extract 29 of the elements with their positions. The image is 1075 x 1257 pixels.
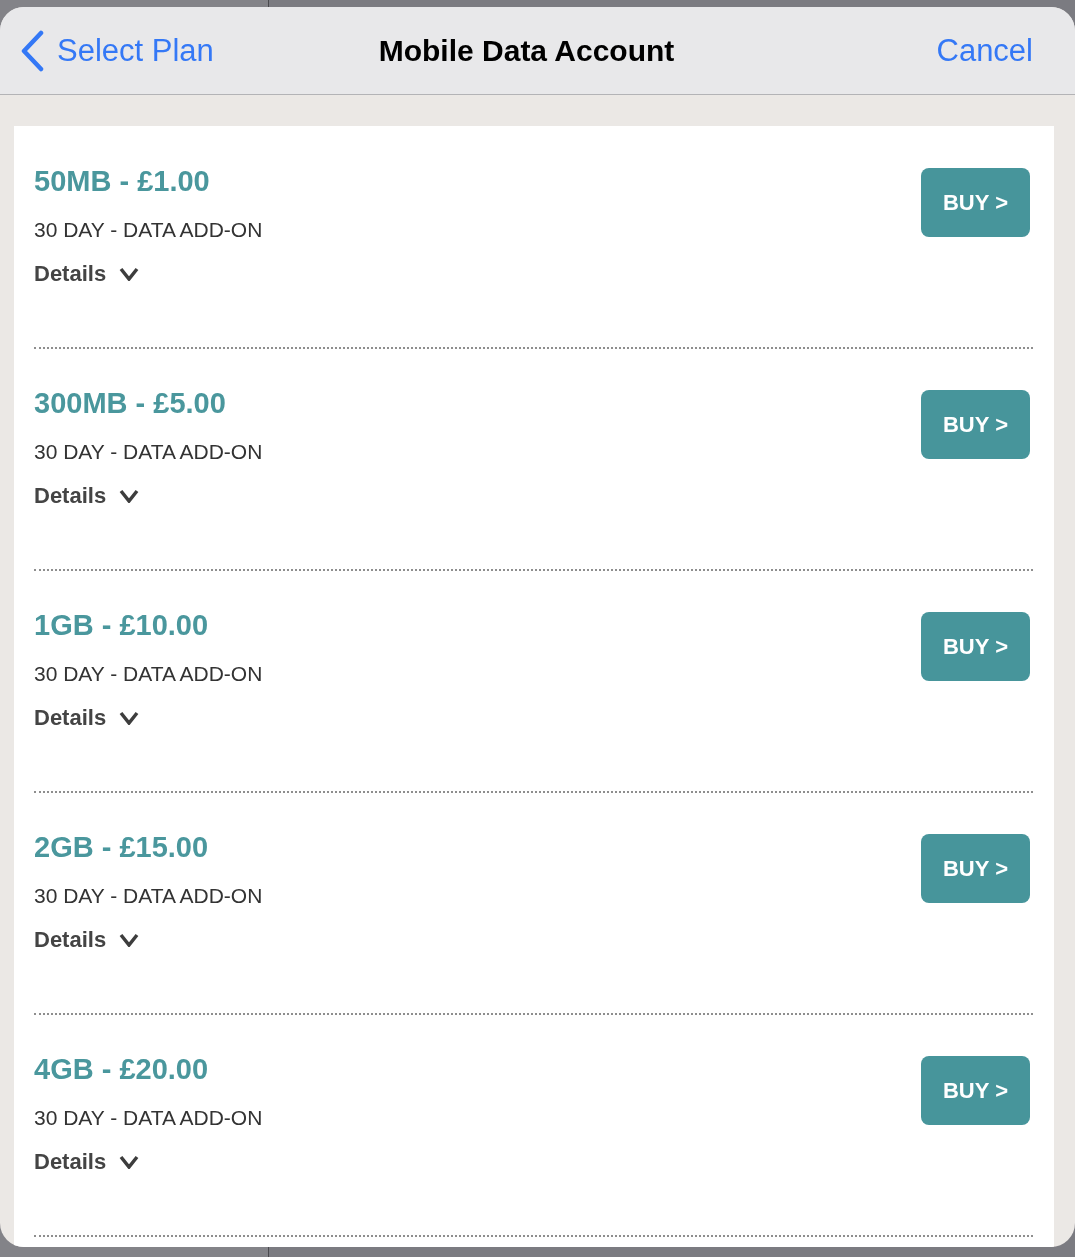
plan-title: 300MB - £5.00 [34,386,226,421]
plan-subtitle: 30 DAY - DATA ADD-ON [34,217,263,243]
nav-title: Mobile Data Account [378,33,675,68]
plan-subtitle: 30 DAY - DATA ADD-ON [34,883,263,909]
cancel-button[interactable]: Cancel [936,32,1033,69]
plan-subtitle: 30 DAY - DATA ADD-ON [34,1105,263,1131]
details-toggle[interactable]: Details [34,1148,140,1176]
buy-button[interactable]: BUY > [921,834,1030,903]
details-toggle[interactable]: Details [34,704,140,732]
buy-button[interactable]: BUY > [921,168,1030,237]
chevron-icon [119,1155,140,1169]
buy-button[interactable]: BUY > [921,1056,1030,1125]
details-toggle[interactable]: Details [34,482,140,510]
details-toggle[interactable]: Details [34,926,140,954]
back-button[interactable]: Select Plan [20,29,214,72]
chevron-icon [119,933,140,947]
buy-button[interactable]: BUY > [921,390,1030,459]
plan-subtitle: 30 DAY - DATA ADD-ON [34,661,263,687]
chevron-icon [119,489,140,503]
plan-title: 1GB - £10.00 [34,608,209,643]
plan-title: 2GB - £15.00 [34,830,209,865]
chevron-left-icon [20,29,44,72]
chevron-icon [119,267,140,281]
plan-title: 50MB - £1.00 [34,164,210,199]
plan-title: 4GB - £20.00 [34,1052,209,1087]
chevron-icon [119,711,140,725]
plan-subtitle: 30 DAY - DATA ADD-ON [34,439,263,465]
details-toggle[interactable]: Details [34,260,140,288]
buy-button[interactable]: BUY > [921,612,1030,681]
